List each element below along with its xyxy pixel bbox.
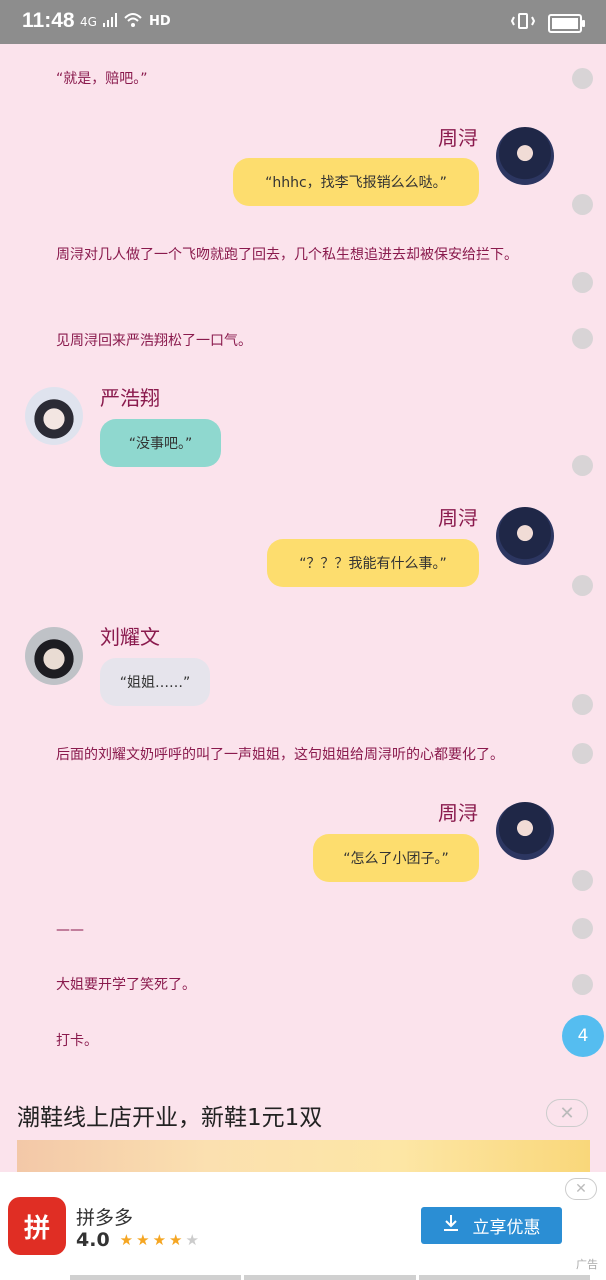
paragraph-comment-icon[interactable] — [572, 328, 593, 349]
ad-bar-close-button[interactable]: ✕ — [565, 1178, 597, 1200]
chat-bubble: “怎么了小团子。” — [313, 834, 479, 882]
paragraph-comment-icon[interactable] — [572, 974, 593, 995]
paragraph-comment-icon[interactable] — [572, 743, 593, 764]
avatar-zhouxun — [496, 507, 554, 565]
paragraph-comment-icon[interactable] — [572, 870, 593, 891]
avatar-zhouxun — [496, 127, 554, 185]
ad-cta-label: 立享优惠 — [472, 1218, 541, 1238]
story-line: 见周浔回来严浩翔松了一口气。 — [56, 333, 252, 349]
chat-bubble: “hhhc，找李飞报销么么哒。” — [233, 158, 479, 206]
story-line: 周浔对几人做了一个飞吻就跑了回去，几个私生想追进去却被保安给拦下。 — [56, 247, 518, 263]
battery-icon — [548, 13, 585, 33]
chat-bubble: “姐姐……” — [100, 658, 210, 706]
rating-stars-icon: ★★★★★ — [119, 1231, 202, 1249]
paragraph-comment-icon[interactable] — [572, 694, 593, 715]
story-line: 大姐要开学了笑死了。 — [56, 977, 196, 993]
ad-app-name: 拼多多 — [76, 1207, 134, 1229]
rating-value: 4.0 — [76, 1229, 110, 1251]
speaker-name: 周浔 — [438, 801, 478, 825]
paragraph-comment-icon[interactable] — [572, 455, 593, 476]
pinduoduo-logo-icon[interactable]: 拼 — [8, 1197, 66, 1255]
paragraph-comment-icon[interactable] — [572, 194, 593, 215]
vibrate-icon — [510, 12, 536, 34]
logo-glyph: 拼 — [23, 1213, 50, 1244]
ad-rating: 4.0 ★★★★★ — [76, 1229, 202, 1251]
page-number-badge[interactable]: 4 — [562, 1015, 604, 1057]
ad-title[interactable]: 潮鞋线上店开业，新鞋1元1双 — [17, 1098, 322, 1132]
speaker-name: 周浔 — [438, 126, 478, 150]
status-icons: 4G HD — [80, 12, 171, 31]
paragraph-comment-icon[interactable] — [572, 272, 593, 293]
wifi-icon — [123, 12, 143, 31]
avatar-yanhaoxiang — [25, 387, 83, 445]
avatar-zhouxun — [496, 802, 554, 860]
story-line: “就是，赔吧。” — [56, 71, 148, 87]
speaker-name: 周浔 — [438, 506, 478, 530]
status-bar: 11:48 4G HD — [0, 0, 606, 44]
ad-tag: 广告 — [576, 1258, 598, 1271]
status-time: 11:48 — [22, 9, 75, 32]
signal-icon — [102, 13, 117, 30]
story-line: 打卡。 — [56, 1033, 98, 1049]
network-label: 4G — [80, 14, 97, 29]
hd-label: HD — [148, 14, 171, 29]
speaker-name: 严浩翔 — [100, 386, 160, 410]
ad-close-button[interactable]: ✕ — [546, 1099, 588, 1127]
chat-bubble: “没事吧。” — [100, 419, 221, 467]
story-line: —— — [56, 922, 84, 938]
story-line: 后面的刘耀文奶呼呼的叫了一声姐姐，这句姐姐给周浔听的心都要化了。 — [56, 747, 504, 763]
download-icon — [443, 1214, 459, 1237]
speaker-name: 刘耀文 — [100, 625, 160, 649]
paragraph-comment-icon[interactable] — [572, 68, 593, 89]
bottom-tabs — [70, 1275, 590, 1280]
chat-bubble: “？？？我能有什么事。” — [267, 539, 479, 587]
paragraph-comment-icon[interactable] — [572, 918, 593, 939]
status-right — [510, 12, 585, 34]
avatar-liuyaowen — [25, 627, 83, 685]
paragraph-comment-icon[interactable] — [572, 575, 593, 596]
ad-cta-button[interactable]: 立享优惠 — [421, 1207, 562, 1244]
